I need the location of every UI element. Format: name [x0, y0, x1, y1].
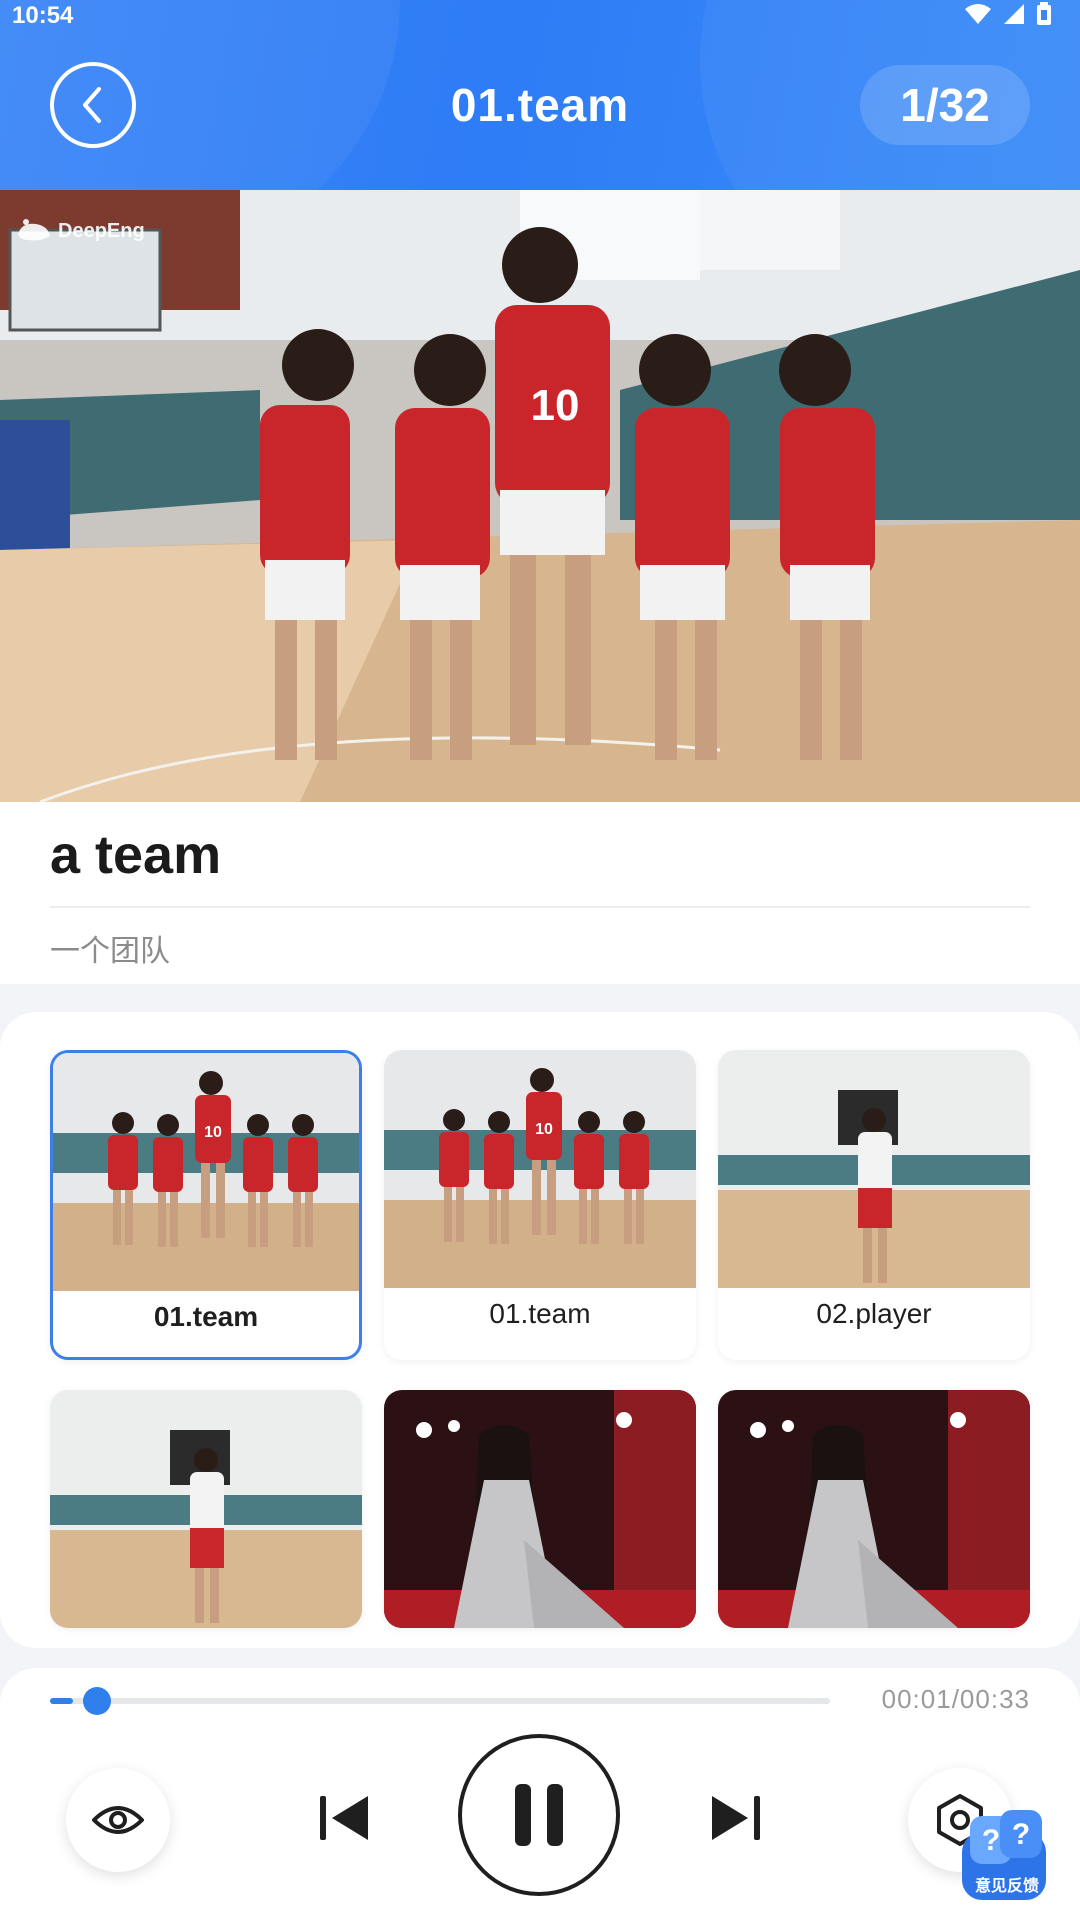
progress-handle[interactable] [83, 1687, 111, 1715]
previous-button[interactable] [316, 1786, 376, 1850]
thumbnail-item[interactable]: 10 01.team [50, 1050, 362, 1360]
thumbnail-grid: 10 01.team 10 01.team 02.player [0, 1012, 1080, 1648]
app-screen: 10:54 01.team 1/32 10 DeepEng a team 一个团… [0, 0, 1080, 1920]
svg-text:?: ? [982, 1824, 1000, 1857]
thumbnail-image [384, 1390, 696, 1628]
page-counter: 1/32 [860, 65, 1030, 145]
word-card: a team 一个团队 [0, 802, 1080, 984]
word-text: a team [50, 825, 222, 885]
thumbnail-image [718, 1390, 1030, 1628]
thumbnail-item[interactable] [384, 1390, 696, 1628]
thumbnail-item[interactable] [718, 1390, 1030, 1628]
signal-icon [1002, 3, 1026, 30]
thumbnail-item[interactable]: 10 01.team [384, 1050, 696, 1360]
status-icons [964, 2, 1052, 31]
thumbnail-label: 01.team [489, 1298, 591, 1329]
eye-button[interactable] [66, 1768, 170, 1872]
thumbnail-label: 01.team [153, 1301, 259, 1332]
thumbnail-image: 10 [384, 1050, 696, 1288]
time-display: 00:01/00:33 [881, 1684, 1030, 1714]
svg-text:10: 10 [535, 1121, 553, 1138]
progress-fill [50, 1698, 73, 1704]
divider [50, 906, 1030, 908]
skip-next-icon [712, 1796, 760, 1840]
svg-text:10: 10 [531, 381, 580, 430]
progress-track[interactable] [50, 1687, 830, 1715]
thumbnail-image [50, 1390, 362, 1628]
thumbnail-image: 10 [53, 1053, 359, 1291]
next-button[interactable] [704, 1786, 764, 1850]
thumbnail-label: 02.player [816, 1298, 932, 1329]
whale-logo-icon [18, 219, 50, 241]
word-meaning: 一个团队 [50, 935, 170, 968]
audio-player: 00:01/00:33 [0, 1668, 1080, 1920]
pause-button[interactable] [458, 1734, 620, 1896]
watermark: DeepEng [14, 216, 145, 246]
skip-previous-icon [320, 1796, 368, 1840]
status-time: 10:54 [12, 2, 74, 29]
eye-icon [92, 1806, 144, 1834]
main-image: 10 DeepEng [0, 190, 1080, 802]
pause-icon [515, 1784, 563, 1846]
svg-text:?: ? [1012, 1818, 1030, 1851]
thumbnail-image [718, 1050, 1030, 1288]
header: 10:54 01.team 1/32 [0, 0, 1080, 190]
svg-text:10: 10 [204, 1124, 222, 1141]
wifi-icon [964, 3, 992, 30]
thumbnail-item[interactable]: 02.player [718, 1050, 1030, 1360]
thumbnail-item[interactable] [50, 1390, 362, 1628]
feedback-button[interactable]: ? ? 意见反馈 [956, 1808, 1056, 1908]
feedback-label: 意见反馈 [974, 1878, 1039, 1895]
watermark-text: DeepEng [58, 219, 145, 242]
battery-icon [1036, 2, 1052, 31]
